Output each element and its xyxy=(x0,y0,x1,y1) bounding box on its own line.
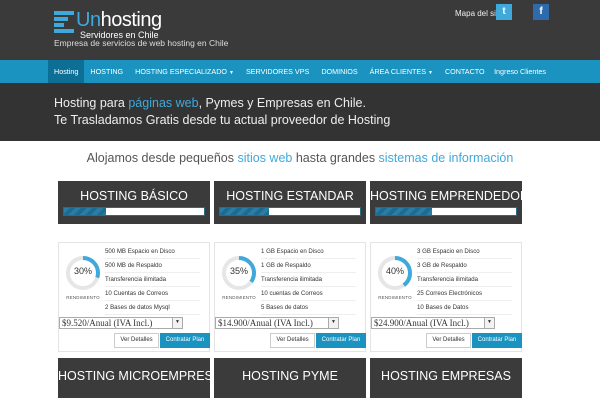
feature-item: 1 GB Espacio en Disco xyxy=(261,245,356,259)
nav-item-hosting-home[interactable]: Hosting xyxy=(48,60,85,83)
view-details-button[interactable]: Ver Detalles xyxy=(114,333,159,348)
plan-progress-bar xyxy=(63,207,205,216)
plan-header-pyme: HOSTING PYME xyxy=(214,358,366,398)
view-details-button[interactable]: Ver Detalles xyxy=(270,333,315,348)
plan-title: HOSTING EMPRENDEDOR xyxy=(370,189,530,203)
price-select[interactable]: $24.900/Anual (IVA Incl.) ▼ xyxy=(371,317,495,329)
contract-plan-button[interactable]: Contratar Plan xyxy=(160,333,210,348)
feature-item: 10 cuentas de Correos xyxy=(261,287,356,301)
gauge-label: RENDIMIENTO xyxy=(222,295,256,300)
plan-header-estandar: HOSTING ESTANDAR xyxy=(214,181,366,224)
feature-item: Transferencia ilimitada xyxy=(105,273,200,287)
logo-text: Unhosting xyxy=(76,9,162,31)
highlight-text: sistemas de información xyxy=(378,151,514,165)
feature-item: 3 GB de Respaldo xyxy=(417,259,512,273)
feature-item: 5 Bases de datos xyxy=(261,301,356,315)
tagline: Empresa de servicios de web hosting en C… xyxy=(54,38,229,48)
feature-item: 1 GB de Respaldo xyxy=(261,259,356,273)
feature-list: 500 MB Espacio en Disco 500 MB de Respal… xyxy=(105,245,200,315)
plan-header-microempresa: HOSTING MICROEMPRESA xyxy=(58,358,222,398)
hero-banner: Hosting para páginas web, Pymes y Empres… xyxy=(0,83,600,141)
nav-item-label: ÁREA CLIENTES xyxy=(369,67,426,76)
plan-card-estandar: 35% RENDIMIENTO 1 GB Espacio en Disco 1 … xyxy=(214,242,366,352)
plan-title: HOSTING MICROEMPRESA xyxy=(58,369,222,383)
plan-title: HOSTING BÁSICO xyxy=(80,189,188,203)
feature-item: 3 GB Espacio en Disco xyxy=(417,245,512,259)
chevron-down-icon: ▼ xyxy=(484,318,494,328)
hero-line-2: Te Trasladamos Gratis desde tu actual pr… xyxy=(54,113,391,127)
client-login-link[interactable]: Ingreso Clientes xyxy=(494,60,546,83)
hero-line-1: Hosting para páginas web, Pymes y Empres… xyxy=(54,96,366,110)
plan-card-emprendedor: 40% RENDIMIENTO 3 GB Espacio en Disco 3 … xyxy=(370,242,522,352)
price-select[interactable]: $9.520/Anual (IVA Incl.) ▼ xyxy=(59,317,183,329)
nav-item-hosting-especializado[interactable]: HOSTING ESPECIALIZADO ▼ xyxy=(129,60,240,83)
price-value: $24.900/Anual (IVA Incl.) xyxy=(374,318,469,328)
nav-item-servidores-vps[interactable]: SERVIDORES VPS xyxy=(240,60,315,83)
plan-header-empresas: HOSTING EMPRESAS xyxy=(370,358,522,398)
feature-item: 500 MB Espacio en Disco xyxy=(105,245,200,259)
chevron-down-icon: ▼ xyxy=(328,318,338,328)
main-nav: Hosting HOSTING HOSTING ESPECIALIZADO ▼ S… xyxy=(0,60,600,83)
feature-item: 2 Bases de datos Mysql xyxy=(105,301,200,315)
gauge-label: RENDIMIENTO xyxy=(378,295,412,300)
site-header: Unhosting Servidores en Chile Empresa de… xyxy=(0,0,600,60)
feature-list: 1 GB Espacio en Disco 1 GB de Respaldo T… xyxy=(261,245,356,315)
plan-title: HOSTING EMPRESAS xyxy=(381,369,511,383)
view-details-button[interactable]: Ver Detalles xyxy=(426,333,471,348)
nav-item-area-clientes[interactable]: ÁREA CLIENTES ▼ xyxy=(364,60,439,83)
section-heading: Alojamos desde pequeños sitios web hasta… xyxy=(86,151,514,165)
gauge-percent: 40% xyxy=(385,266,404,276)
chevron-down-icon: ▼ xyxy=(428,70,433,76)
price-value: $9.520/Anual (IVA Incl.) xyxy=(62,318,153,328)
feature-item: Transferencia ilimitada xyxy=(261,273,356,287)
price-select[interactable]: $14.900/Anual (IVA Incl.) ▼ xyxy=(215,317,339,329)
nav-item-hosting[interactable]: HOSTING xyxy=(84,60,129,83)
feature-item: 10 Cuentas de Correos xyxy=(105,287,200,301)
feature-item: Transferencia ilimitada xyxy=(417,273,512,287)
plan-progress-fill xyxy=(64,208,106,215)
gauge-percent: 35% xyxy=(229,266,248,276)
chevron-down-icon: ▼ xyxy=(172,318,182,328)
contract-plan-button[interactable]: Contratar Plan xyxy=(472,333,522,348)
plan-title: HOSTING PYME xyxy=(242,369,338,383)
feature-item: 25 Correos Electrónicos xyxy=(417,287,512,301)
gauge-percent: 30% xyxy=(73,266,92,276)
chevron-down-icon: ▼ xyxy=(228,70,234,76)
gauge-label: RENDIMIENTO xyxy=(66,295,100,300)
feature-item: 500 MB de Respaldo xyxy=(105,259,200,273)
plan-progress-fill xyxy=(376,208,432,215)
feature-item: 10 Bases de Datos xyxy=(417,301,512,315)
plan-card-basico: 30% RENDIMIENTO 500 MB Espacio en Disco … xyxy=(58,242,210,352)
price-value: $14.900/Anual (IVA Incl.) xyxy=(218,318,313,328)
logo-mark-icon xyxy=(54,11,74,33)
plan-progress-bar xyxy=(219,207,361,216)
facebook-icon[interactable]: f xyxy=(533,4,549,20)
contract-plan-button[interactable]: Contratar Plan xyxy=(316,333,366,348)
nav-item-contacto[interactable]: CONTACTO xyxy=(439,60,491,83)
nav-item-dominios[interactable]: DOMINIOS xyxy=(315,60,363,83)
feature-list: 3 GB Espacio en Disco 3 GB de Respaldo T… xyxy=(417,245,512,315)
plan-progress-bar xyxy=(375,207,517,216)
twitter-icon[interactable]: t xyxy=(496,4,512,20)
plan-progress-fill xyxy=(220,208,269,215)
hero-link[interactable]: páginas web xyxy=(128,96,198,110)
plan-title: HOSTING ESTANDAR xyxy=(226,189,354,203)
plan-header-emprendedor: HOSTING EMPRENDEDOR xyxy=(370,181,530,224)
highlight-text: sitios web xyxy=(237,151,293,165)
plan-header-basico: HOSTING BÁSICO xyxy=(58,181,210,224)
nav-item-label: HOSTING ESPECIALIZADO xyxy=(135,67,227,76)
